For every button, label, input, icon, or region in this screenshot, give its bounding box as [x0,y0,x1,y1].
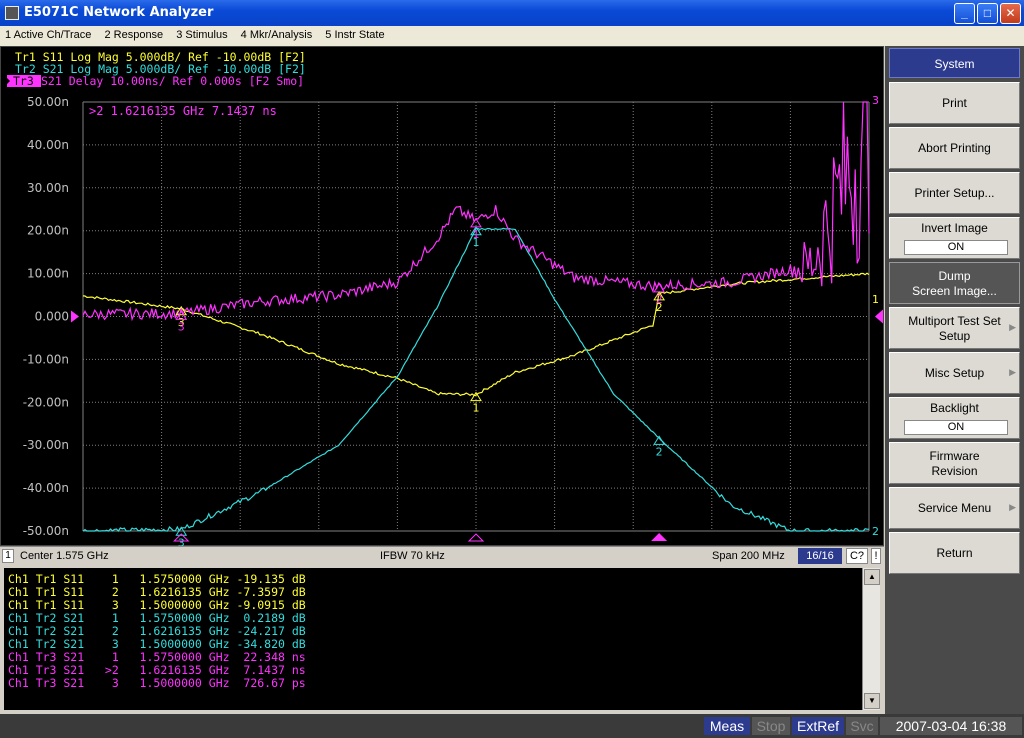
y-tick-label: 40.00n [27,138,69,152]
softkey-abort-printing[interactable]: Abort Printing [889,127,1020,169]
frequency-span: Span 200 MHz [712,550,785,562]
submenu-arrow-icon: ▶ [1009,322,1016,332]
marker-label: 1 [473,402,480,415]
active-stimulus-marker-icon [651,533,668,541]
trace-end-label-3: 3 [872,94,879,107]
y-tick-label: 20.00n [27,224,69,238]
close-button[interactable]: ✕ [1000,3,1021,24]
trace-end-label-2: 2 [872,525,879,538]
y-tick-label: 50.00n [27,95,69,109]
softkey-system-header: System [889,48,1020,78]
scroll-down-arrow-icon[interactable]: ▼ [864,693,880,709]
menu-bar: 1 Active Ch/Trace 2 Response 3 Stimulus … [0,26,1024,46]
scroll-up-arrow-icon[interactable]: ▲ [864,569,880,585]
marker-label: 1 [473,228,480,241]
active-marker-readout: >2 1.6216135 GHz 7.1437 ns [89,104,277,118]
center-frequency: Center 1.575 GHz [20,550,109,562]
maximize-button[interactable]: □ [977,3,998,24]
sweep-average-count: 16/16 [798,548,842,564]
marker-label: 2 [656,445,663,458]
meas-indicator[interactable]: Meas [704,717,750,735]
channel-number[interactable]: 1 [2,549,14,563]
softkey-firmware-revision[interactable]: Firmware Revision [889,442,1020,484]
softkey-service-menu[interactable]: Service Menu ▶ [889,487,1020,529]
y-tick-label: -30.00n [23,438,69,452]
if-bandwidth: IFBW 70 kHz [380,550,445,562]
softkey-dump-screen-image[interactable]: Dump Screen Image... [889,262,1020,304]
title-bar: E5071C Network Analyzer _ □ ✕ [0,0,1024,26]
y-tick-label: -20.00n [23,395,69,409]
ref-position-left-icon [71,310,79,323]
datetime-display: 2007-03-04 16:38 [880,717,1022,735]
y-tick-label: 30.00n [27,181,69,195]
trace-header-tr3: S21 Delay 10.00ns/ Ref 0.000s [F2 Smo] [41,74,304,88]
softkey-multiport-test-set-setup[interactable]: Multiport Test Set Setup ▶ [889,307,1020,349]
svc-indicator[interactable]: Svc [846,717,878,735]
menu-active-ch-trace[interactable]: 1 Active Ch/Trace [0,26,96,41]
y-tick-label: 0.000 [35,310,69,324]
trace-end-label-1: 1 [872,293,879,306]
marker-table: Ch1 Tr1 S11 1 1.5750000 GHz -19.135 dB Ch… [4,568,862,710]
trace-display[interactable]: Tr1 S11 Log Mag 5.000dB/ Ref -10.00dB [F… [0,46,885,547]
window-title: E5071C Network Analyzer [24,5,214,20]
extref-indicator[interactable]: ExtRef [792,717,844,735]
menu-instr-state[interactable]: 5 Instr State [320,26,389,41]
stop-indicator[interactable]: Stop [752,717,790,735]
y-tick-label: 10.00n [27,267,69,281]
softkey-return[interactable]: Return [889,532,1020,574]
y-tick-label: -40.00n [23,481,69,495]
softkey-printer-setup[interactable]: Printer Setup... [889,172,1020,214]
softkey-misc-setup[interactable]: Misc Setup ▶ [889,352,1020,394]
menu-response[interactable]: 2 Response [99,26,168,41]
submenu-arrow-icon: ▶ [1009,367,1016,377]
trace-plot[interactable]: Tr1 S11 Log Mag 5.000dB/ Ref -10.00dB [F… [1,47,885,547]
submenu-arrow-icon: ▶ [1009,502,1016,512]
instrument-status-bar: Meas Stop ExtRef Svc 2007-03-04 16:38 [0,714,1024,738]
cal-status: C? [846,548,868,564]
stimulus-marker-icon [467,533,485,542]
ref-position-right-icon [875,309,883,324]
marker-readout-panel: Ch1 Tr1 S11 1 1.5750000 GHz -19.135 dB Ch… [0,566,884,714]
marker-label: 3 [178,320,185,333]
y-tick-label: -10.00n [23,352,69,366]
marker-label: 2 [656,293,663,306]
y-tick-label: -50.00n [23,524,69,538]
softkey-print[interactable]: Print [889,82,1020,124]
softkey-menu: System Print Abort Printing Printer Setu… [885,46,1024,714]
marker-row: Ch1 Tr3 S21 3 1.5000000 GHz 726.67 ps [8,676,306,690]
channel-status-bar: 1 Center 1.575 GHz IFBW 70 kHz Span 200 … [0,546,884,564]
softkey-invert-image[interactable]: Invert Image ON [889,217,1020,259]
warning-indicator: ! [871,548,881,564]
backlight-value: ON [904,420,1008,435]
menu-mkr-analysis[interactable]: 4 Mkr/Analysis [236,26,318,41]
minimize-button[interactable]: _ [954,3,975,24]
menu-stimulus[interactable]: 3 Stimulus [171,26,232,41]
marker-scrollbar[interactable]: ▲ ▼ [862,568,880,710]
invert-image-value: ON [904,240,1008,255]
softkey-backlight[interactable]: Backlight ON [889,397,1020,439]
trace-header-tr3-tag: Tr3 [13,74,34,88]
analyzer-window: E5071C Network Analyzer _ □ ✕ 1 Active C… [0,0,1024,738]
app-icon [5,6,19,20]
